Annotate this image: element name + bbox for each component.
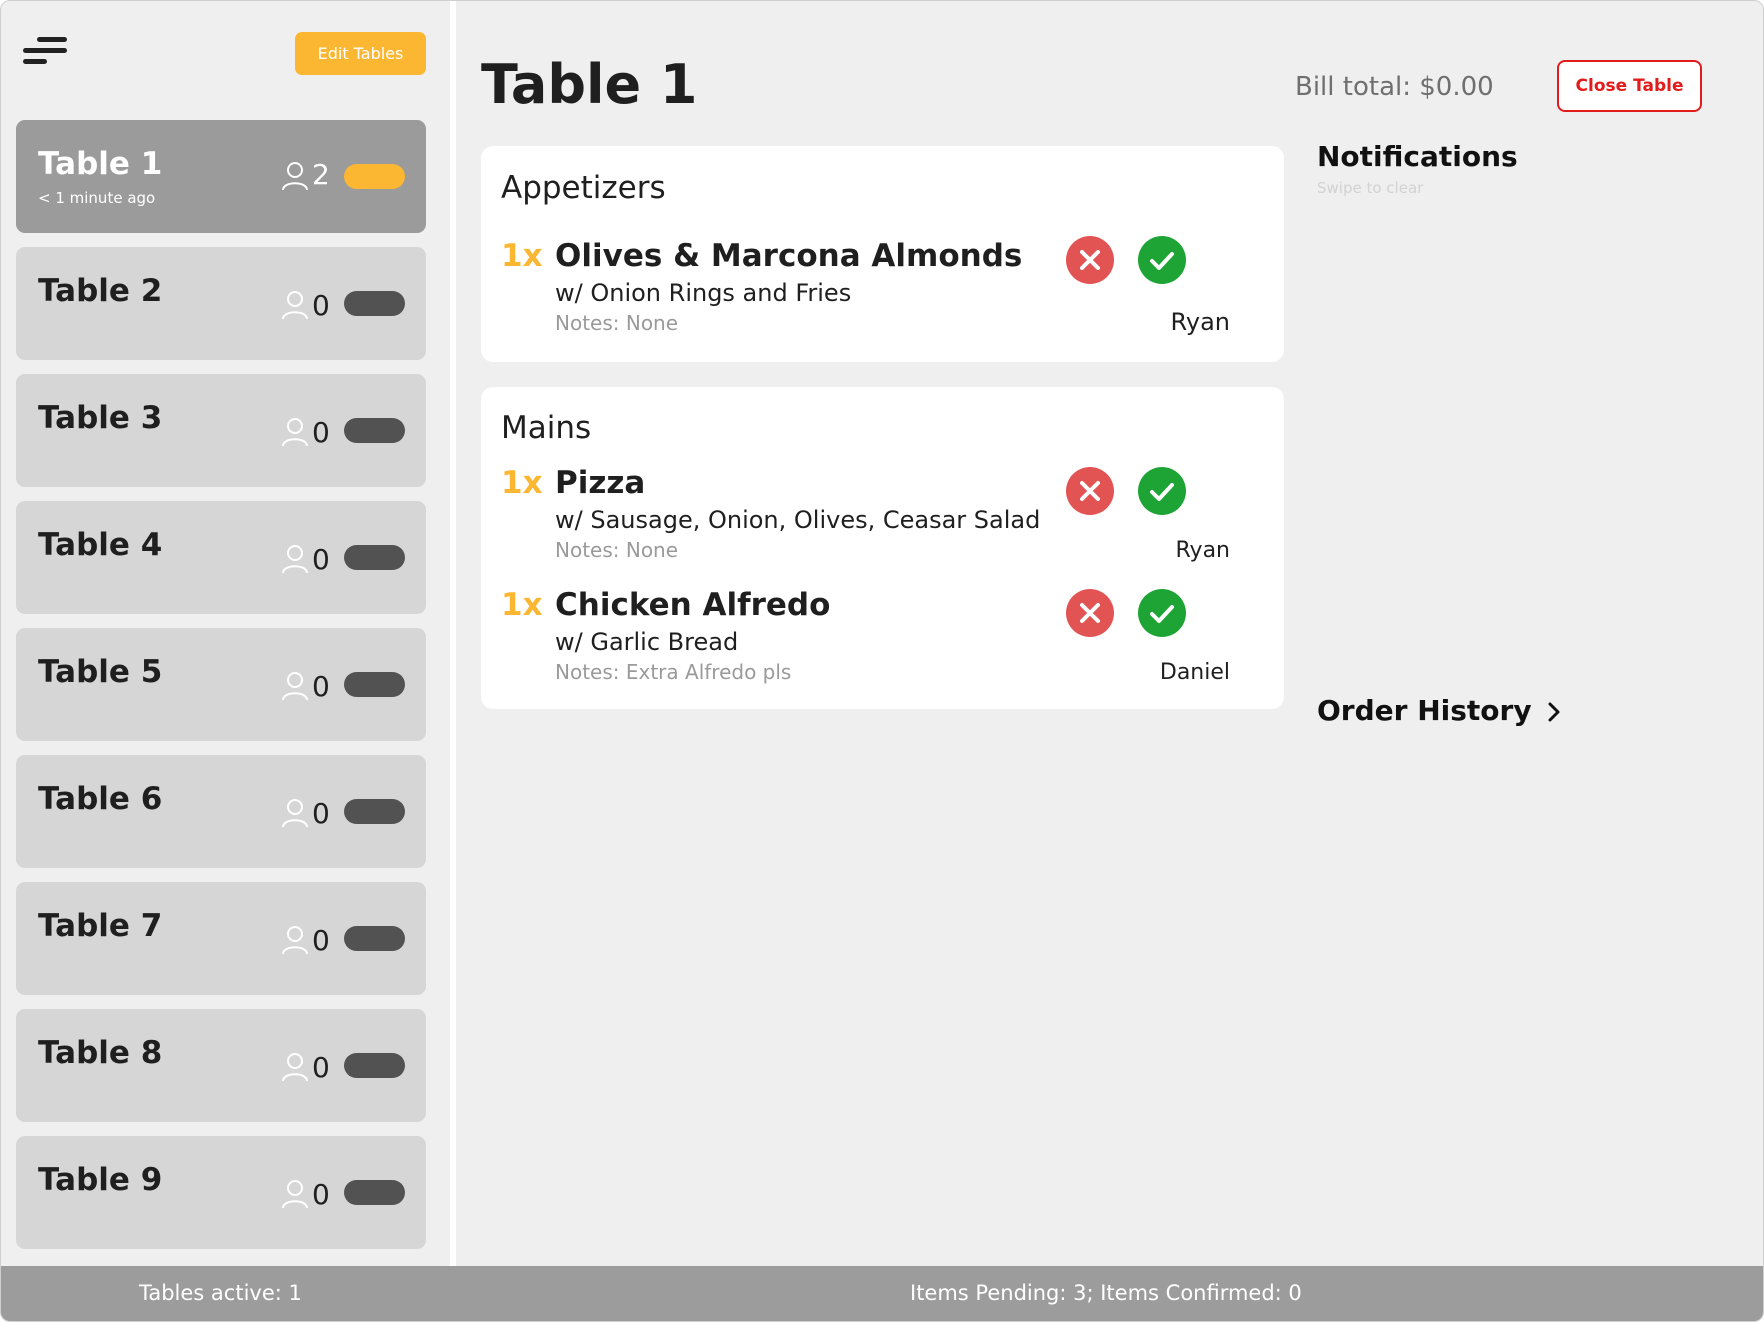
table-name: Table 3 (38, 400, 163, 436)
reject-item-button[interactable] (1066, 236, 1114, 284)
status-pill (344, 291, 405, 316)
close-table-button[interactable]: Close Table (1557, 60, 1702, 112)
status-pill (344, 1053, 405, 1078)
order-section-mains: Mains 1x Pizza w/ Sausage, Onion, Olives… (481, 387, 1284, 709)
guest-count: 0 (312, 924, 330, 957)
person-icon (282, 291, 308, 320)
item-modifiers: w/ Onion Rings and Fries (555, 279, 852, 307)
item-name: Pizza (555, 465, 646, 501)
order-history-link[interactable]: Order History (1317, 694, 1561, 727)
table-name: Table 2 (38, 273, 163, 309)
section-title: Mains (501, 410, 592, 446)
person-icon (282, 162, 308, 191)
person-icon (282, 672, 308, 701)
item-name: Chicken Alfredo (555, 587, 831, 623)
guest-count: 0 (312, 797, 330, 830)
reject-item-button[interactable] (1066, 467, 1114, 515)
items-status: Items Pending: 3; Items Confirmed: 0 (910, 1281, 1302, 1305)
guest-count: 0 (312, 416, 330, 449)
status-pill (344, 164, 405, 189)
status-pill (344, 545, 405, 570)
status-pill (344, 418, 405, 443)
item-notes: Notes: Extra Alfredo pls (555, 660, 792, 684)
item-notes: Notes: None (555, 311, 679, 335)
table-card-9[interactable]: Table 9 0 (16, 1136, 426, 1249)
person-icon (282, 545, 308, 574)
item-name: Olives & Marcona Almonds (555, 238, 1023, 274)
table-last-activity: < 1 minute ago (38, 189, 156, 207)
table-name: Table 7 (38, 908, 163, 944)
notifications-hint: Swipe to clear (1317, 179, 1424, 197)
guest-count: 0 (312, 289, 330, 322)
guest-count: 0 (312, 1051, 330, 1084)
server-name: Daniel (1159, 660, 1230, 685)
tables-active-count: Tables active: 1 (139, 1281, 302, 1305)
main-panel: Table 1 Bill total: $0.00 Close Table Ap… (456, 1, 1763, 1266)
table-name: Table 8 (38, 1035, 163, 1071)
table-card-5[interactable]: Table 5 0 (16, 628, 426, 741)
person-icon (282, 418, 308, 447)
check-icon (1150, 483, 1174, 501)
item-quantity: 1x (501, 587, 543, 623)
x-icon (1080, 481, 1100, 501)
order-item: 1x Pizza w/ Sausage, Onion, Olives, Ceas… (481, 465, 1284, 575)
table-name: Table 1 (38, 146, 163, 182)
table-card-6[interactable]: Table 6 0 (16, 755, 426, 868)
item-modifiers: w/ Garlic Bread (555, 628, 739, 656)
table-card-7[interactable]: Table 7 0 (16, 882, 426, 995)
item-notes: Notes: None (555, 538, 679, 562)
check-icon (1150, 252, 1174, 270)
page-title: Table 1 (481, 53, 698, 116)
person-icon (282, 926, 308, 955)
guest-count: 2 (312, 158, 330, 191)
person-icon (282, 799, 308, 828)
status-pill (344, 926, 405, 951)
table-card-1[interactable]: Table 1 < 1 minute ago 2 (16, 120, 426, 233)
menu-icon[interactable] (23, 37, 67, 71)
table-name: Table 5 (38, 654, 163, 690)
guest-count: 0 (312, 1178, 330, 1211)
table-card-4[interactable]: Table 4 0 (16, 501, 426, 614)
status-pill (344, 799, 405, 824)
item-quantity: 1x (501, 238, 543, 274)
table-name: Table 9 (38, 1162, 163, 1198)
person-icon (282, 1180, 308, 1209)
order-item: 1x Chicken Alfredo w/ Garlic Bread Notes… (481, 587, 1284, 697)
server-name: Ryan (1170, 308, 1230, 336)
server-name: Ryan (1175, 538, 1230, 563)
section-title: Appetizers (501, 170, 666, 206)
order-item: 1x Olives & Marcona Almonds w/ Onion Rin… (481, 236, 1284, 348)
chevron-right-icon (1548, 702, 1560, 722)
person-icon (282, 1053, 308, 1082)
check-icon (1150, 605, 1174, 623)
table-list: Table 1 < 1 minute ago 2 Table 2 0 Table… (16, 120, 426, 1263)
status-pill (344, 672, 405, 697)
guest-count: 0 (312, 670, 330, 703)
x-icon (1080, 250, 1100, 270)
confirm-item-button[interactable] (1138, 467, 1186, 515)
order-section-appetizers: Appetizers 1x Olives & Marcona Almonds w… (481, 146, 1284, 362)
guest-count: 0 (312, 543, 330, 576)
status-footer: Tables active: 1 Items Pending: 3; Items… (1, 1266, 1763, 1321)
table-name: Table 4 (38, 527, 163, 563)
reject-item-button[interactable] (1066, 589, 1114, 637)
confirm-item-button[interactable] (1138, 589, 1186, 637)
notifications-title: Notifications (1317, 140, 1518, 173)
sidebar: Edit Tables Table 1 < 1 minute ago 2 Tab… (1, 1, 450, 1266)
table-card-8[interactable]: Table 8 0 (16, 1009, 426, 1122)
order-history-label: Order History (1317, 694, 1532, 727)
confirm-item-button[interactable] (1138, 236, 1186, 284)
status-pill (344, 1180, 405, 1205)
table-card-2[interactable]: Table 2 0 (16, 247, 426, 360)
table-name: Table 6 (38, 781, 163, 817)
bill-total: Bill total: $0.00 (1295, 72, 1494, 102)
item-modifiers: w/ Sausage, Onion, Olives, Ceasar Salad (555, 506, 1041, 534)
table-card-3[interactable]: Table 3 0 (16, 374, 426, 487)
app-frame: Edit Tables Table 1 < 1 minute ago 2 Tab… (0, 0, 1764, 1322)
item-quantity: 1x (501, 465, 543, 501)
x-icon (1080, 603, 1100, 623)
edit-tables-button[interactable]: Edit Tables (295, 32, 426, 75)
